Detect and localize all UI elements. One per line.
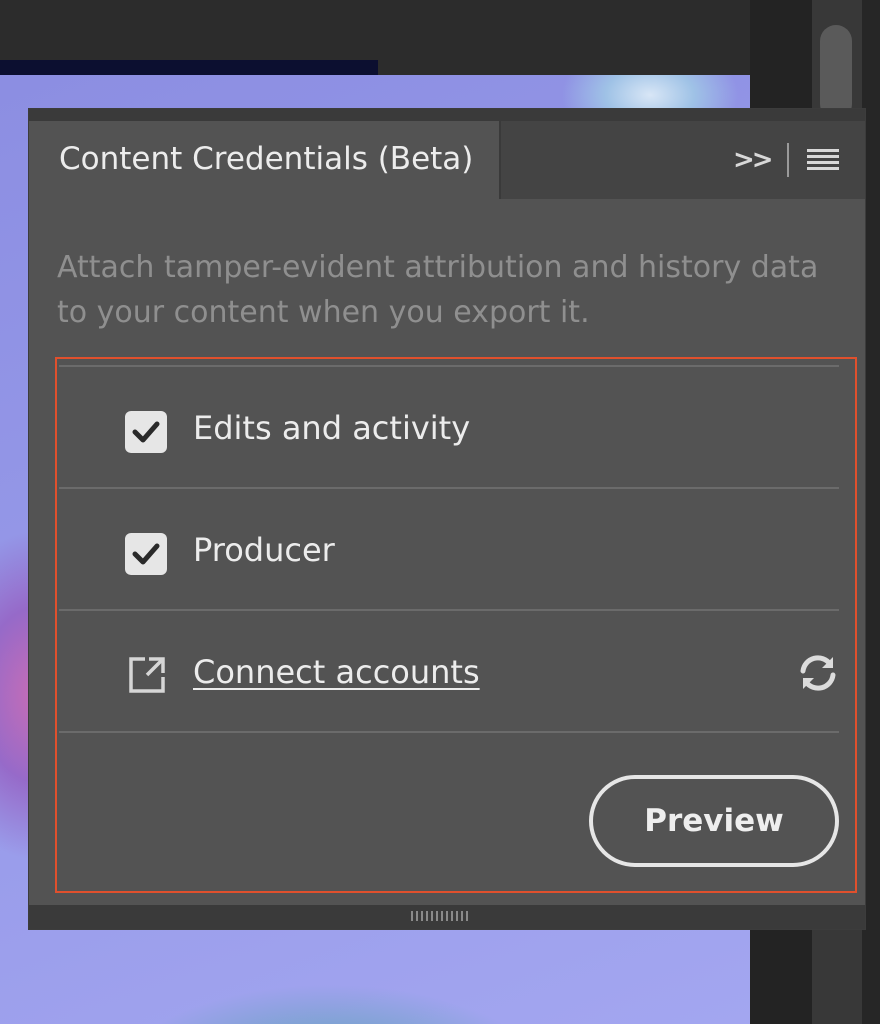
checkmark-icon — [132, 421, 160, 443]
panel-bottom-bar — [29, 905, 865, 929]
row-divider — [59, 731, 839, 733]
panel-title: Content Credentials (Beta) — [59, 141, 474, 177]
resize-grip-icon[interactable] — [411, 911, 469, 921]
refresh-icon[interactable] — [797, 653, 839, 693]
option-row-producer: Producer — [59, 487, 839, 609]
edits-label[interactable]: Edits and activity — [193, 409, 470, 447]
producer-label[interactable]: Producer — [193, 531, 335, 569]
tab-divider — [787, 143, 789, 177]
hamburger-menu-icon[interactable] — [807, 149, 839, 173]
connect-accounts-link[interactable]: Connect accounts — [193, 653, 480, 691]
producer-checkbox[interactable] — [125, 533, 167, 575]
panel-description: Attach tamper-evident attribution and hi… — [57, 250, 819, 330]
canvas-edge — [0, 60, 378, 76]
preview-button[interactable]: Preview — [589, 775, 839, 867]
content-credentials-panel: Content Credentials (Beta) >> Attach tam… — [28, 108, 866, 930]
external-link-icon — [129, 657, 165, 693]
scrollbar-thumb[interactable] — [820, 25, 852, 120]
panel-drag-bar[interactable] — [29, 109, 865, 121]
connect-accounts-row: Connect accounts — [59, 609, 839, 731]
tab-content-credentials[interactable]: Content Credentials (Beta) — [29, 121, 501, 199]
double-chevron-right-icon[interactable]: >> — [733, 145, 774, 175]
panel-tab-row: Content Credentials (Beta) >> — [29, 121, 865, 199]
checkmark-icon — [132, 543, 160, 565]
option-row-edits: Edits and activity — [59, 365, 839, 487]
edits-checkbox[interactable] — [125, 411, 167, 453]
